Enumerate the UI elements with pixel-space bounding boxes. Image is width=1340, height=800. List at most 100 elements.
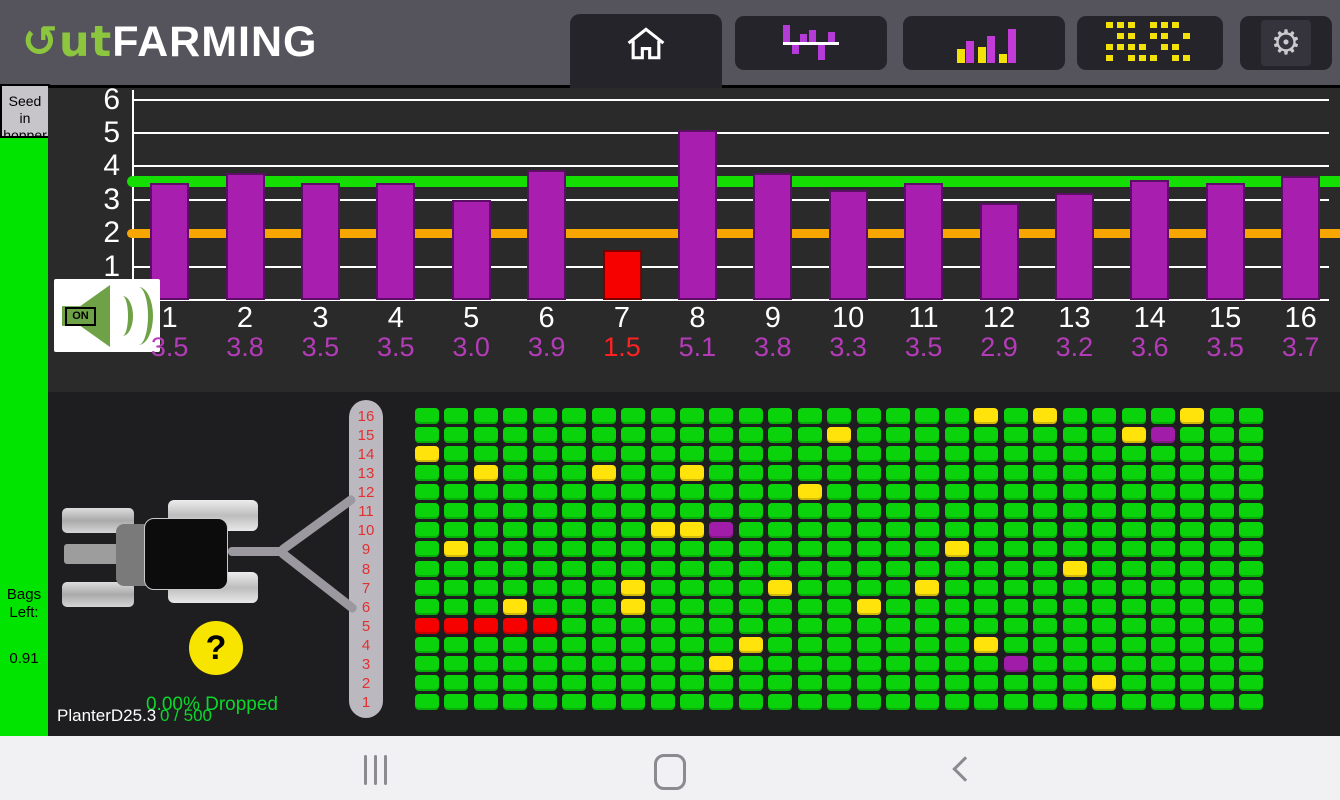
recents-icon (364, 755, 367, 785)
seed-cell (621, 522, 645, 538)
seed-cell (562, 522, 586, 538)
seed-cell (1210, 503, 1234, 519)
seed-cell (1239, 637, 1263, 653)
seed-cell (1210, 522, 1234, 538)
seed-cell (1210, 427, 1234, 443)
seed-cell (1033, 618, 1057, 634)
seed-cell (1151, 694, 1175, 710)
seed-cell (444, 408, 468, 424)
seed-cell (1092, 618, 1116, 634)
seed-cell (886, 637, 910, 653)
seed-cell (533, 561, 557, 577)
row-label: 8 (349, 560, 383, 579)
seed-cell (444, 465, 468, 481)
seed-cell (562, 561, 586, 577)
seed-cell (680, 465, 704, 481)
seed-dot (1172, 22, 1179, 28)
seed-cell (886, 694, 910, 710)
row-number-label: 6 (512, 302, 582, 335)
seed-rate-value: 3.5 (889, 332, 959, 363)
planter-map-panel: 16151413121110987654321 ? 0.00% Dropped … (48, 392, 1340, 736)
seed-cell (915, 522, 939, 538)
seed-cell (562, 618, 586, 634)
seed-cell (503, 599, 527, 615)
seed-cell (739, 446, 763, 462)
recents-icon (374, 755, 377, 785)
seed-cell (798, 465, 822, 481)
seed-rate-value: 3.6 (1115, 332, 1185, 363)
seed-cell (1239, 541, 1263, 557)
seed-cell (503, 675, 527, 691)
seed-cell (533, 541, 557, 557)
seed-cell (1063, 656, 1087, 672)
tab-deviation-chart[interactable] (735, 16, 887, 70)
seed-cell (974, 675, 998, 691)
seed-cell (798, 637, 822, 653)
seed-cell (768, 503, 792, 519)
seed-rate-bar (1206, 183, 1245, 300)
seed-rate-bar (301, 183, 340, 300)
nav-back-button[interactable] (952, 756, 977, 781)
seed-cell (592, 580, 616, 596)
seed-cell (1239, 561, 1263, 577)
seed-cell (1239, 484, 1263, 500)
seed-cell (974, 561, 998, 577)
tab-home[interactable] (570, 14, 722, 88)
seed-cell (768, 541, 792, 557)
seed-cell (621, 599, 645, 615)
seed-dot (1128, 44, 1135, 50)
seed-cell (1180, 618, 1204, 634)
tab-settings[interactable]: ⚙ (1240, 16, 1332, 70)
seed-dot (1139, 44, 1146, 50)
seed-cell (768, 427, 792, 443)
tab-bar-chart[interactable] (903, 16, 1065, 70)
recents-icon (384, 755, 387, 785)
seed-cell (739, 580, 763, 596)
seed-cell (592, 541, 616, 557)
seed-cell (739, 694, 763, 710)
seed-cell (1033, 694, 1057, 710)
seed-cell (1063, 484, 1087, 500)
seed-cell (1151, 503, 1175, 519)
tab-seed-map[interactable] (1077, 16, 1223, 70)
seed-cell (592, 465, 616, 481)
seed-cell (1180, 446, 1204, 462)
seed-cell (1033, 637, 1057, 653)
seed-cell (857, 503, 881, 519)
nav-home-button[interactable] (654, 754, 686, 790)
seed-dot (1106, 55, 1113, 61)
seed-cell (945, 580, 969, 596)
seed-cell (1210, 541, 1234, 557)
seed-cell (768, 618, 792, 634)
seed-cell (886, 618, 910, 634)
top-bar: ↺utFARMING (0, 0, 1340, 85)
seed-cell (415, 656, 439, 672)
seed-cell (474, 503, 498, 519)
seed-cell (1092, 446, 1116, 462)
seed-cell (415, 484, 439, 500)
seed-cell (1004, 656, 1028, 672)
seed-dot (1150, 22, 1157, 28)
seed-cell (1063, 561, 1087, 577)
row-number-label: 11 (889, 302, 959, 335)
seed-cell (621, 446, 645, 462)
seed-cell (945, 618, 969, 634)
y-axis-line (132, 90, 134, 301)
seed-cell (1151, 618, 1175, 634)
planter-name: PlanterD25.3 (57, 706, 156, 726)
seed-cell (739, 637, 763, 653)
seed-cell (474, 484, 498, 500)
help-label: ? (206, 629, 227, 668)
seed-cell (709, 484, 733, 500)
seed-cell (1004, 694, 1028, 710)
seed-cell (1180, 541, 1204, 557)
seed-cell (1239, 618, 1263, 634)
help-button[interactable]: ? (189, 621, 243, 675)
seed-rate-value: 2.9 (964, 332, 1034, 363)
seed-cell (651, 427, 675, 443)
seed-cell (1004, 675, 1028, 691)
seed-cell (533, 694, 557, 710)
gridline (133, 132, 1329, 134)
seed-cell (474, 599, 498, 615)
seed-cell (739, 465, 763, 481)
